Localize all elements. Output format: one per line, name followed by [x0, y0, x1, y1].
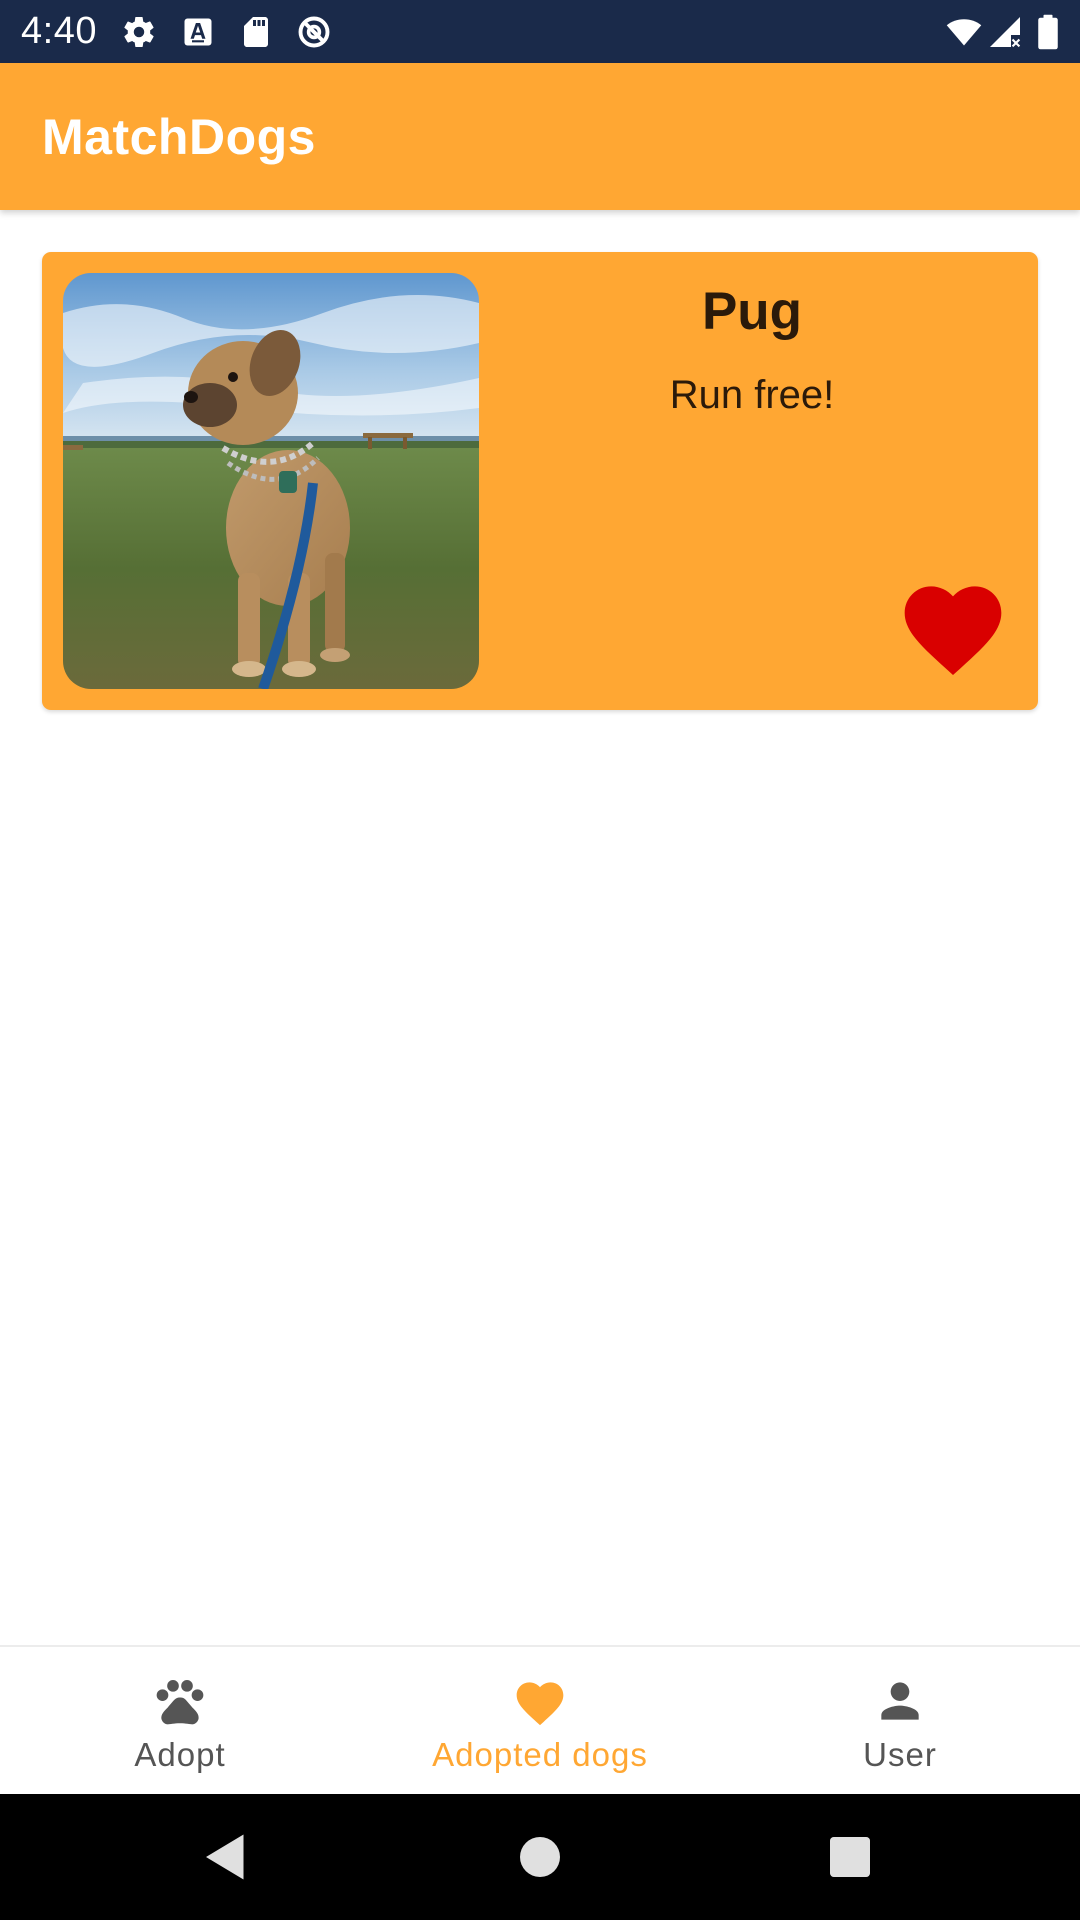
paw-icon [152, 1673, 208, 1729]
nav-item-adopted-dogs[interactable]: Adopted dogs [360, 1647, 720, 1796]
dog-name: Pug [701, 282, 803, 341]
no-disturb-icon [296, 14, 332, 50]
app-bar: MatchDogs [0, 63, 1080, 210]
back-icon[interactable] [196, 1827, 256, 1887]
bottom-navigation: Adopt Adopted dogs User [0, 1645, 1080, 1796]
nav-item-adopt[interactable]: Adopt [0, 1647, 360, 1796]
nav-label-user: User [863, 1736, 937, 1773]
recents-icon[interactable] [820, 1827, 880, 1887]
dog-photo [63, 273, 479, 689]
settings-gear-icon [121, 14, 157, 50]
status-time: 4:40 [21, 10, 97, 52]
wifi-icon [944, 14, 984, 50]
nav-label-adopt: Adopt [134, 1736, 226, 1773]
screen: 4:40 MatchDogs Pug Run free! Adopt Adopt… [0, 0, 1080, 1920]
nav-label-adopted-dogs: Adopted dogs [432, 1736, 648, 1773]
battery-icon [1036, 14, 1060, 50]
heart-icon [512, 1673, 568, 1729]
status-bar: 4:40 [0, 0, 1080, 63]
app-title: MatchDogs [42, 109, 316, 165]
text-a-icon [180, 14, 216, 50]
cellular-signal-icon [987, 14, 1023, 50]
dog-description: Run free! [669, 373, 835, 417]
sd-card-icon [238, 14, 274, 50]
nav-item-user[interactable]: User [720, 1647, 1080, 1796]
favorite-heart-icon[interactable] [895, 570, 1011, 680]
person-icon [872, 1673, 928, 1729]
dog-card[interactable]: Pug Run free! [42, 252, 1038, 710]
system-navigation-bar [0, 1794, 1080, 1920]
home-icon[interactable] [510, 1827, 570, 1887]
